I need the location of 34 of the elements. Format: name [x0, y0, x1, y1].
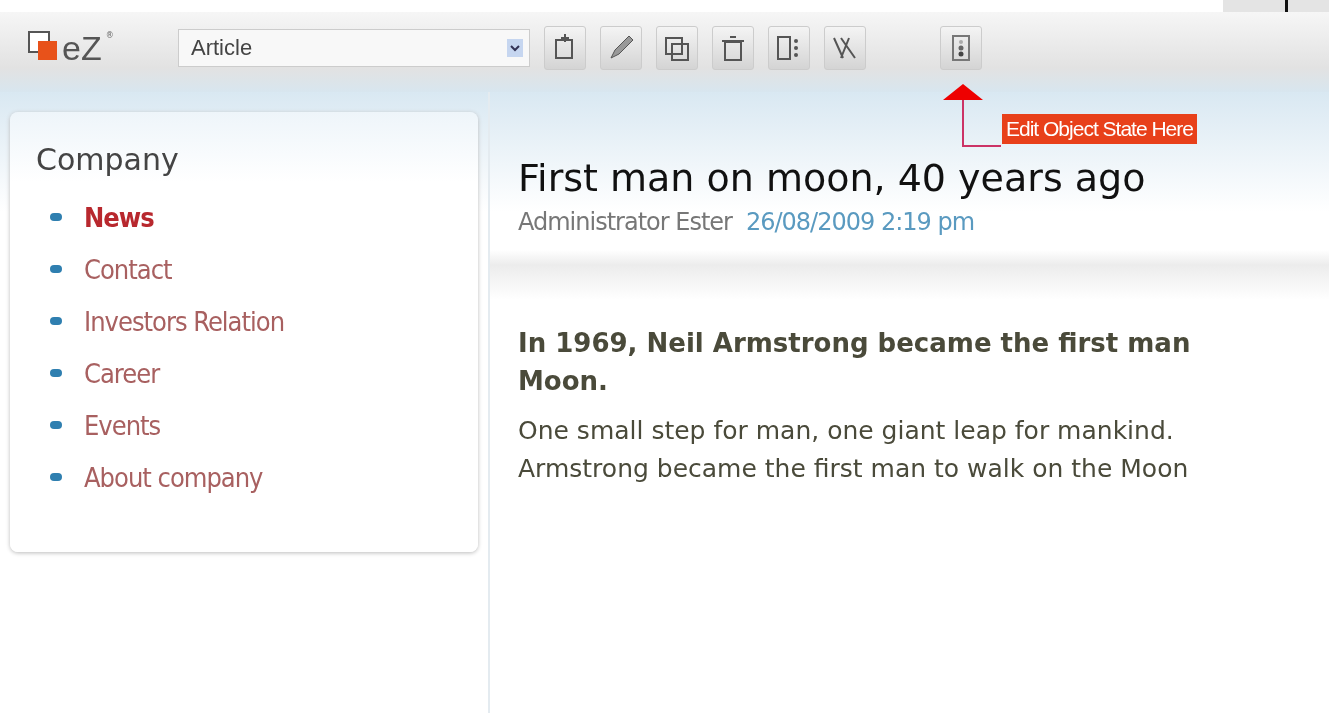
sidebar-link[interactable]: About company	[36, 451, 478, 503]
copy-icon	[663, 34, 691, 62]
create-button[interactable]	[544, 26, 586, 70]
sidebar-link[interactable]: Contact	[36, 243, 478, 295]
trademark-sign: ®	[105, 31, 114, 40]
logo-icon	[28, 31, 58, 61]
author-name: Administrator Ester	[518, 208, 732, 236]
bullet-icon	[50, 213, 62, 221]
annotation-label: Edit Object State Here	[1002, 114, 1197, 144]
state-button[interactable]	[940, 26, 982, 70]
sidebar-title: Company	[36, 142, 180, 177]
sidebar-link[interactable]: Investors Relation	[36, 295, 478, 347]
bullet-icon	[50, 421, 62, 429]
article-body: One small step for man, one giant leap for mankind. Armstrong became the first man to walk on the Moon	[518, 415, 1190, 485]
copy-button[interactable]	[656, 26, 698, 70]
translate-button[interactable]	[824, 26, 866, 70]
pencil-icon	[607, 34, 635, 62]
trash-icon	[719, 34, 747, 62]
sort-button[interactable]	[768, 26, 810, 70]
bullet-icon	[50, 473, 62, 481]
logo-text: eZ	[62, 31, 102, 65]
bullet-icon	[50, 317, 62, 325]
bullet-icon	[50, 265, 62, 273]
bullet-icon	[50, 369, 62, 377]
article-title: First man on moon, 40 years ago	[518, 156, 1147, 200]
sidebar-link[interactable]: News	[36, 191, 478, 243]
edit-button[interactable]	[600, 26, 642, 70]
sidebar-link[interactable]: Career	[36, 347, 478, 399]
publish-date: 26/08/2009 2:19 pm	[745, 208, 975, 236]
article-intro: In 1969, Neil Armstrong became the first man Moon.	[518, 327, 1192, 398]
class-select[interactable]: Article	[178, 29, 530, 67]
sidebar-link[interactable]: Events	[36, 399, 478, 451]
dropdown-icon	[507, 39, 523, 57]
delete-button[interactable]	[712, 26, 754, 70]
